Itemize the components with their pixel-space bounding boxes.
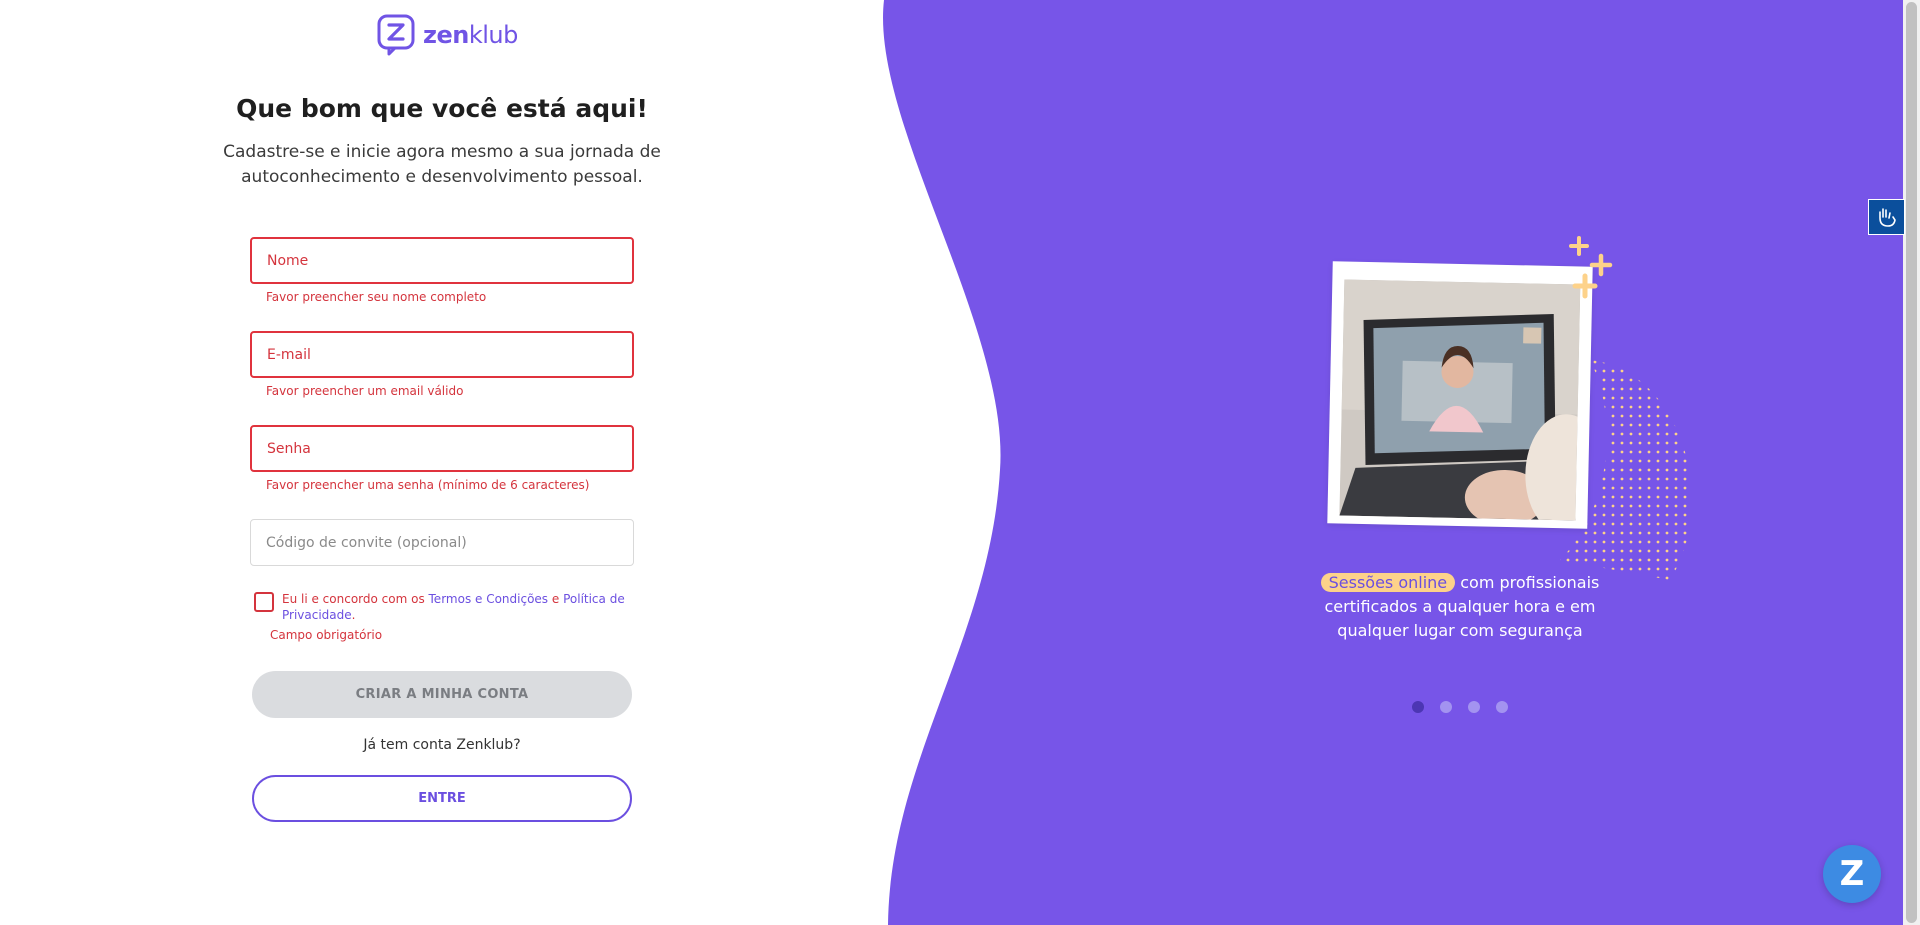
have-account-text: Já tem conta Zenklub? xyxy=(363,737,521,753)
password-error: Favor preencher uma senha (mínimo de 6 c… xyxy=(266,478,590,492)
carousel-dot-1[interactable] xyxy=(1412,701,1424,713)
zenklub-logo-icon xyxy=(377,14,415,56)
terms-agreement: Eu li e concordo com os Termos e Condiçõ… xyxy=(254,591,634,623)
sign-language-icon xyxy=(1878,208,1896,227)
terms-and: e xyxy=(548,592,564,606)
carousel-dot-3[interactable] xyxy=(1468,701,1480,713)
carousel-dot-4[interactable] xyxy=(1496,701,1508,713)
zenklub-logo-text: zenklub xyxy=(423,21,518,49)
password-field[interactable] xyxy=(250,425,634,472)
chat-support-label: Z xyxy=(1839,854,1865,894)
terms-checkbox[interactable] xyxy=(254,592,274,612)
password-input[interactable] xyxy=(252,427,632,470)
terms-link[interactable]: Termos e Condições xyxy=(429,592,549,606)
name-input[interactable] xyxy=(252,239,632,282)
video-session-photo xyxy=(1327,261,1593,529)
laptop-video-call-image xyxy=(1339,279,1581,521)
page-scrollbar[interactable] xyxy=(1903,0,1920,925)
email-field[interactable] xyxy=(250,331,634,378)
caption-highlight: Sessões online xyxy=(1320,573,1456,592)
scrollbar-thumb[interactable] xyxy=(1906,2,1917,923)
create-account-button[interactable]: CRIAR A MINHA CONTA xyxy=(252,671,632,718)
terms-prefix: Eu li e concordo com os xyxy=(282,592,429,606)
accessibility-button[interactable] xyxy=(1868,199,1905,235)
login-button[interactable]: ENTRE xyxy=(252,775,632,822)
page-subtitle: Cadastre-se e inicie agora mesmo a sua j… xyxy=(223,142,661,187)
terms-suffix: . xyxy=(351,608,356,622)
zenklub-logo[interactable]: zenklub xyxy=(377,14,518,56)
terms-required-error: Campo obrigatório xyxy=(270,628,383,642)
email-error: Favor preencher um email válido xyxy=(266,384,464,398)
sparkle-icon xyxy=(1569,236,1613,299)
name-field[interactable] xyxy=(250,237,634,284)
page-title: Que bom que você está aqui! xyxy=(236,94,648,123)
carousel-dot-2[interactable] xyxy=(1440,701,1452,713)
email-input[interactable] xyxy=(252,333,632,376)
chat-support-button[interactable]: Z xyxy=(1823,845,1881,903)
carousel-pagination xyxy=(1412,701,1508,713)
invite-code-field[interactable] xyxy=(250,519,634,566)
carousel-caption: Sessões online com profissionais certifi… xyxy=(1320,571,1600,643)
name-error: Favor preencher seu nome completo xyxy=(266,290,487,304)
terms-text: Eu li e concordo com os Termos e Condiçõ… xyxy=(282,591,634,623)
invite-code-input[interactable] xyxy=(251,520,633,565)
